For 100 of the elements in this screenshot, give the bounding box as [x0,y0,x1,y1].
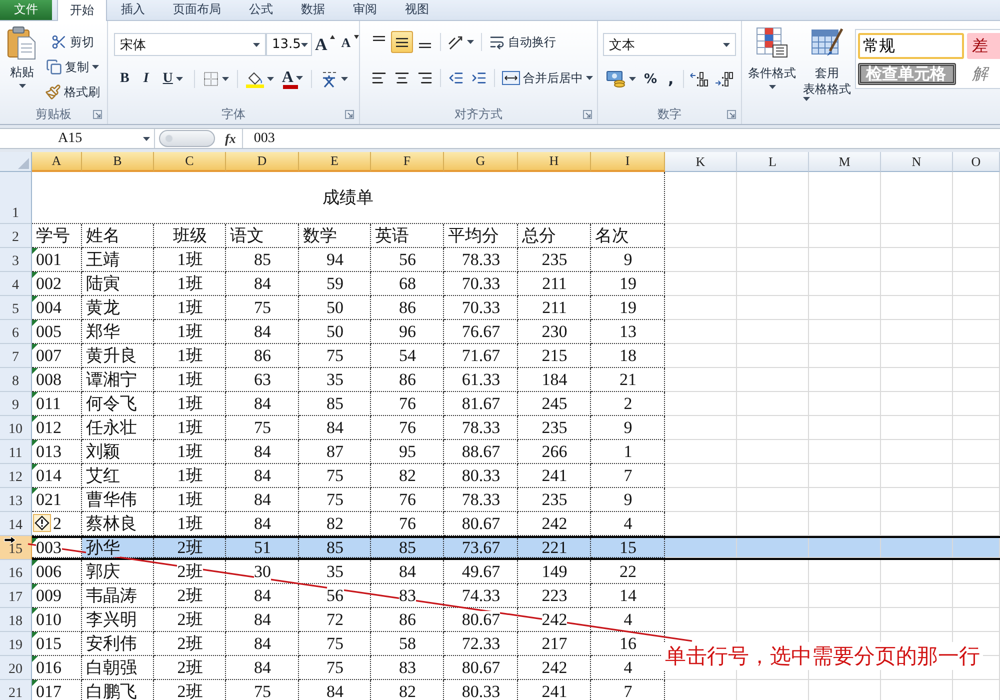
corner-arrow-icon[interactable] [93,110,102,118]
bold-button[interactable]: B [114,68,136,90]
row-header[interactable]: 7 [0,344,32,368]
corner-arrow-icon[interactable] [345,110,354,118]
warning-icon[interactable] [33,514,51,532]
table-cell: 84 [371,560,444,584]
row-header[interactable]: 18 [0,608,32,632]
file-tab[interactable]: 文件 [0,0,52,20]
format-as-table-button[interactable]: 套用 表格格式 [800,25,854,103]
resize-handle[interactable] [159,130,215,147]
table-cell: 76 [371,416,444,440]
paste-button[interactable]: 粘贴 [4,24,40,90]
ribbon-tab[interactable]: 开始 [57,0,107,21]
table-cell: 何令飞 [82,392,154,416]
copy-button[interactable]: 复制 [42,56,103,78]
row-header[interactable]: 8 [0,368,32,392]
table-cell: 011 [32,392,82,416]
row-header[interactable]: 3 [0,248,32,272]
cell-style-option[interactable]: 常规 [858,33,964,59]
align-middle-button[interactable] [391,31,413,53]
row-header[interactable]: 5 [0,296,32,320]
column-header[interactable]: E [299,152,371,172]
column-header[interactable]: C [154,152,226,172]
column-header[interactable]: K [665,152,737,172]
align-middle-icon [396,38,408,46]
empty-cell [953,272,1000,296]
format-painter-button[interactable]: 格式刷 [42,81,103,103]
column-header[interactable]: A [32,152,82,172]
insert-function-button[interactable]: fx [219,129,243,148]
column-header[interactable]: I [591,152,665,172]
row-header[interactable]: 19 [0,632,32,656]
font-name-dropdown[interactable]: 宋体 [114,33,266,56]
underline-button[interactable]: U [156,68,189,90]
comma-style-button[interactable]: , [662,68,680,90]
table-cell: 61.33 [444,368,518,392]
table-cell: 刘颖 [82,440,154,464]
cut-button[interactable]: 剪切 [42,31,103,53]
column-header[interactable]: O [953,152,1000,172]
cell-style-option[interactable]: 解 [967,63,1000,85]
row-header[interactable]: 16 [0,560,32,584]
clipboard-icon [7,26,37,60]
row-header[interactable]: 10 [0,416,32,440]
table-cell: 49.67 [444,560,518,584]
shrink-font-button[interactable]: A [338,34,359,56]
column-header[interactable]: D [226,152,299,172]
ribbon-tab[interactable]: 页面布局 [159,0,235,20]
empty-cell [953,296,1000,320]
corner-arrow-icon[interactable] [727,110,736,118]
name-box[interactable]: A15 [0,129,155,148]
ribbon-tab[interactable]: 视图 [391,0,443,20]
italic-button[interactable]: I [137,68,155,90]
row-header[interactable]: 14 [0,512,32,536]
row-header[interactable]: 1 [0,172,32,224]
row-header[interactable]: 4 [0,272,32,296]
column-header[interactable]: F [371,152,444,172]
conditional-formatting-button[interactable]: 条件格式 [745,25,799,91]
wrap-text-button[interactable]: 自动换行 [486,31,559,53]
merge-center-button[interactable]: 合并后居中 [499,67,596,89]
table-cell: 84 [226,608,299,632]
table-cell: 85 [226,248,299,272]
row-header[interactable]: 6 [0,320,32,344]
table-cell: 2班 [154,538,226,558]
column-header[interactable]: H [518,152,591,172]
column-header[interactable]: B [82,152,154,172]
table-cell: 84 [226,584,299,608]
column-header[interactable]: M [809,152,881,172]
empty-cell [665,584,737,608]
formula-input[interactable]: 003 [242,129,1000,148]
table-cell: 9 [591,416,665,440]
number-format-dropdown[interactable]: 文本 [603,33,736,56]
ribbon-tab[interactable]: 数据 [287,0,339,20]
column-header[interactable]: L [737,152,809,172]
row-header[interactable]: 2 [0,224,32,248]
row-header[interactable]: 20 [0,656,32,680]
cell-style-option[interactable]: 差 [967,33,1000,59]
row-header[interactable]: 13 [0,488,32,512]
table-cell: 78.33 [444,488,518,512]
ribbon-tab[interactable]: 插入 [107,0,159,20]
empty-cell [737,464,809,488]
row-header[interactable]: 17 [0,584,32,608]
column-header[interactable]: G [444,152,518,172]
percent-button[interactable]: % [640,68,662,90]
empty-cell [881,344,953,368]
font-size-dropdown[interactable]: 13.5 [266,33,312,56]
ribbon-tab[interactable]: 审阅 [339,0,391,20]
ribbon-tab[interactable]: 公式 [235,0,287,20]
row-header[interactable]: 15 [0,536,32,560]
row-header[interactable]: 21 [0,680,32,700]
row-header[interactable]: 12 [0,464,32,488]
table-cell: 7 [591,680,665,700]
grow-font-button[interactable]: A [312,34,338,56]
column-header[interactable]: N [881,152,953,172]
row-header[interactable]: 11 [0,440,32,464]
corner-arrow-icon[interactable] [583,110,592,118]
empty-cell [737,272,809,296]
row-header[interactable]: 9 [0,392,32,416]
table-cell: 003 [32,538,82,558]
table-cell: 韦晶涛 [82,584,154,608]
wrap-text-icon [489,34,505,50]
table-cell: 245 [518,392,591,416]
